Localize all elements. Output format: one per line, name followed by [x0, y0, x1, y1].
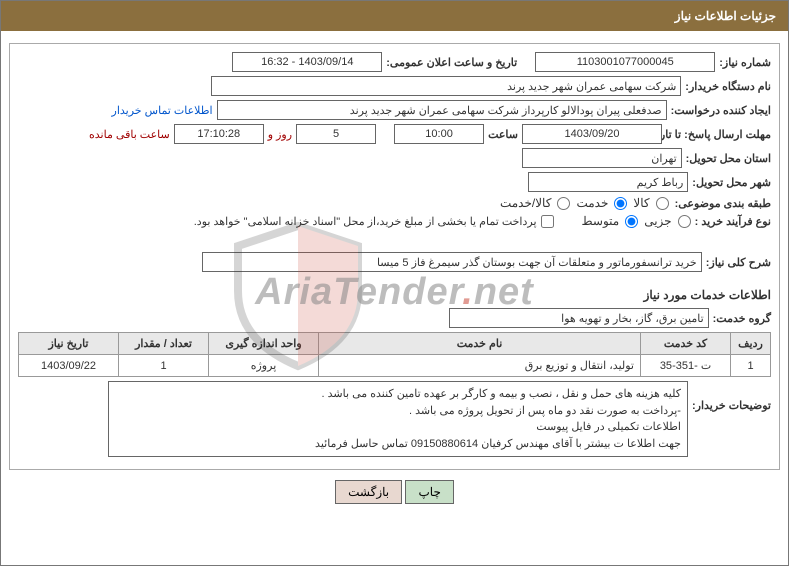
type-minor-label: جزیی [644, 214, 671, 228]
delivery-province-value: تهران [522, 148, 682, 168]
category-service-label: خدمت [576, 196, 608, 210]
page-title: جزئیات اطلاعات نیاز [1, 1, 788, 31]
hour-label: ساعت [488, 128, 518, 141]
td-code: ت -351-35 [641, 355, 731, 377]
days-and-label: روز و [268, 128, 292, 141]
buyer-notes-label: توضیحات خریدار: [692, 381, 771, 412]
summary-value: خرید ترانسفورماتور و متعلقات آن جهت بوست… [202, 252, 702, 272]
subject-category-label: طبقه بندی موضوعی: [675, 197, 771, 210]
print-button[interactable]: چاپ [405, 480, 453, 504]
category-goods-label: کالا [633, 196, 649, 210]
requester-value: صدفعلی پیران پودالالو کارپرداز شرکت سهام… [217, 100, 667, 120]
days-left-value: 5 [296, 124, 376, 144]
buyer-org-label: نام دستگاه خریدار: [685, 80, 771, 93]
td-qty: 1 [119, 355, 209, 377]
delivery-city-value: رباط کریم [528, 172, 688, 192]
buyer-contact-link[interactable]: اطلاعات تماس خریدار [112, 104, 213, 117]
purchase-type-label: نوع فرآیند خرید : [695, 215, 771, 228]
category-service-radio[interactable] [614, 197, 627, 210]
services-info-heading: اطلاعات خدمات مورد نیاز [18, 288, 771, 302]
announce-datetime-label: تاریخ و ساعت اعلان عمومی: [386, 56, 517, 69]
back-button[interactable]: بازگشت [335, 480, 402, 504]
type-medium-label: متوسط [582, 214, 620, 228]
announce-datetime-value: 1403/09/14 - 16:32 [232, 52, 382, 72]
td-row: 1 [731, 355, 771, 377]
th-unit: واحد اندازه گیری [209, 333, 319, 355]
service-group-label: گروه خدمت: [713, 312, 771, 325]
td-name: تولید، انتقال و توزیع برق [319, 355, 641, 377]
category-goods-service-label: کالا/خدمت [500, 196, 551, 210]
th-code: کد خدمت [641, 333, 731, 355]
need-number-label: شماره نیاز: [719, 56, 771, 69]
partial-payment-label: پرداخت تمام یا بخشی از مبلغ خرید،از محل … [194, 215, 537, 228]
buyer-org-value: شرکت سهامی عمران شهر جدید پرند [211, 76, 681, 96]
td-unit: پروژه [209, 355, 319, 377]
response-deadline-label: مهلت ارسال پاسخ: تا تاریخ: [666, 128, 771, 141]
partial-payment-checkbox[interactable] [541, 215, 554, 228]
th-row: ردیف [731, 333, 771, 355]
buyer-notes-value: کلیه هزینه های حمل و نقل ، نصب و بیمه و … [108, 381, 688, 457]
need-number-value: 1103001077000045 [535, 52, 715, 72]
delivery-city-label: شهر محل تحویل: [692, 176, 771, 189]
response-date-value: 1403/09/20 [522, 124, 662, 144]
services-table: ردیف کد خدمت نام خدمت واحد اندازه گیری ت… [18, 332, 771, 377]
th-qty: تعداد / مقدار [119, 333, 209, 355]
table-row: 1 ت -351-35 تولید، انتقال و توزیع برق پر… [19, 355, 771, 377]
th-date: تاریخ نیاز [19, 333, 119, 355]
main-fieldset: شماره نیاز: 1103001077000045 تاریخ و ساع… [9, 43, 780, 470]
type-medium-radio[interactable] [625, 215, 638, 228]
time-left-value: 17:10:28 [174, 124, 264, 144]
category-goods-service-radio[interactable] [557, 197, 570, 210]
delivery-province-label: استان محل تحویل: [686, 152, 771, 165]
requester-label: ایجاد کننده درخواست: [671, 104, 771, 117]
type-minor-radio[interactable] [678, 215, 691, 228]
remaining-label: ساعت باقی مانده [89, 128, 170, 141]
summary-label: شرح کلی نیاز: [706, 256, 771, 269]
td-date: 1403/09/22 [19, 355, 119, 377]
service-group-value: تامین برق، گاز، بخار و تهویه هوا [449, 308, 709, 328]
category-goods-radio[interactable] [656, 197, 669, 210]
th-name: نام خدمت [319, 333, 641, 355]
response-hour-value: 10:00 [394, 124, 484, 144]
